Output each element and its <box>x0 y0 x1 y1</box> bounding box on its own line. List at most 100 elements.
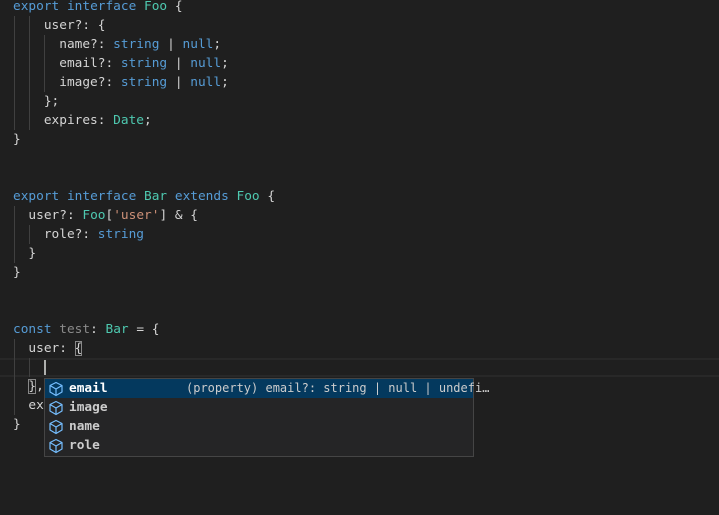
suggestion-item[interactable]: image <box>45 398 473 417</box>
type-name: Foo <box>236 189 260 204</box>
code-line-empty[interactable] <box>0 301 719 320</box>
code-line[interactable]: const test: Bar = { <box>0 320 719 339</box>
indent-guide <box>14 206 15 225</box>
property: role?: <box>43 227 98 242</box>
type-name: Bar <box>105 322 129 337</box>
code-line[interactable]: role?: string <box>0 225 719 244</box>
punctuation: = { <box>128 322 160 337</box>
code-line[interactable]: email?: string | null; <box>0 54 719 73</box>
current-line[interactable] <box>0 358 719 377</box>
indent-guide <box>44 54 45 73</box>
code-line[interactable]: }; <box>0 92 719 111</box>
code-editor[interactable]: export interface Foo { user?: { name?: s… <box>0 0 719 434</box>
indent-guide <box>44 73 45 92</box>
indent-guide <box>14 396 15 415</box>
indent-guide <box>29 16 30 35</box>
indent-guide <box>29 225 30 244</box>
indent-guide <box>29 54 30 73</box>
string-literal: 'user' <box>113 208 160 223</box>
variable-name: test <box>59 322 91 337</box>
property: user?: <box>43 18 98 33</box>
keyword: extends <box>174 189 229 204</box>
punctuation: } <box>28 246 37 261</box>
punctuation: ; <box>221 75 229 90</box>
punctuation: | <box>167 56 191 71</box>
code-line-empty[interactable] <box>0 168 719 187</box>
property: image?: <box>59 75 121 90</box>
type-name: Foo <box>144 0 168 14</box>
punctuation: } <box>13 265 21 280</box>
type-keyword: string <box>97 227 144 242</box>
suggestion-item[interactable]: role <box>45 436 473 455</box>
indent-guide <box>44 35 45 54</box>
property: name?: <box>59 37 114 52</box>
suggestion-label: role <box>69 438 100 453</box>
code-line[interactable]: user?: Foo['user'] & { <box>0 206 719 225</box>
keyword: const <box>13 322 52 337</box>
code-line[interactable]: user?: { <box>0 16 719 35</box>
suggestion-label: email <box>69 381 108 396</box>
indent-guide <box>14 339 15 358</box>
code-line[interactable]: } <box>0 130 719 149</box>
punctuation: { <box>97 18 106 33</box>
indent-guide <box>29 92 30 111</box>
type-keyword: null <box>190 75 222 90</box>
code-line-empty[interactable] <box>0 282 719 301</box>
property-icon <box>48 381 64 397</box>
text-cursor <box>44 360 46 375</box>
code-line[interactable]: } <box>0 244 719 263</box>
indent-guide <box>14 111 15 130</box>
code-line[interactable]: } <box>0 263 719 282</box>
indent-guide <box>14 54 15 73</box>
type-keyword: string <box>120 75 168 90</box>
property-icon <box>48 400 64 416</box>
code-line[interactable]: export interface Foo { <box>0 0 719 16</box>
punctuation: ] <box>159 208 168 223</box>
type-name: Foo <box>82 208 106 223</box>
indent-guide <box>14 244 15 263</box>
indent-guide <box>29 35 30 54</box>
type-name: Date <box>113 113 144 128</box>
property-icon <box>48 419 64 435</box>
punctuation: | <box>167 75 191 90</box>
property: ex <box>28 398 44 413</box>
indent-guide <box>14 225 15 244</box>
keyword: interface <box>66 189 137 204</box>
indent-guide <box>14 92 15 111</box>
property: user?: <box>28 208 83 223</box>
punctuation: } <box>13 417 21 432</box>
keyword: interface <box>66 0 137 14</box>
indent-guide <box>14 16 15 35</box>
code-line[interactable]: name?: string | null; <box>0 35 719 54</box>
punctuation: ; <box>221 56 229 71</box>
code-line[interactable]: user: { <box>0 339 719 358</box>
indent-guide <box>14 35 15 54</box>
punctuation: ; <box>213 37 222 52</box>
code-line[interactable]: expires: Date; <box>0 111 719 130</box>
indent-guide <box>14 358 15 377</box>
suggestion-item[interactable]: email (property) email?: string | null |… <box>45 379 489 398</box>
suggestion-label: name <box>69 419 100 434</box>
property: expires: <box>43 113 114 128</box>
suggestion-item[interactable]: name <box>45 417 473 436</box>
punctuation: { <box>259 189 276 204</box>
punctuation: ; <box>144 113 152 128</box>
indent-guide <box>29 358 30 377</box>
property: user: <box>28 341 75 356</box>
punctuation: & { <box>167 208 198 223</box>
code-line[interactable]: export interface Bar extends Foo { <box>0 187 719 206</box>
property: email?: <box>59 56 121 71</box>
keyword: export <box>13 0 60 14</box>
code-line[interactable]: image?: string | null; <box>0 73 719 92</box>
keyword: export <box>13 189 60 204</box>
property-icon <box>48 438 64 454</box>
punctuation: }; <box>43 94 60 109</box>
suggestion-detail: (property) email?: string | null | undef… <box>186 381 490 395</box>
suggest-widget[interactable]: email (property) email?: string | null |… <box>44 378 489 457</box>
indent-guide <box>29 111 30 130</box>
punctuation: | <box>159 37 183 52</box>
type-name: Bar <box>144 189 168 204</box>
type-keyword: string <box>113 37 160 52</box>
code-line-empty[interactable] <box>0 149 719 168</box>
type-keyword: string <box>120 56 168 71</box>
